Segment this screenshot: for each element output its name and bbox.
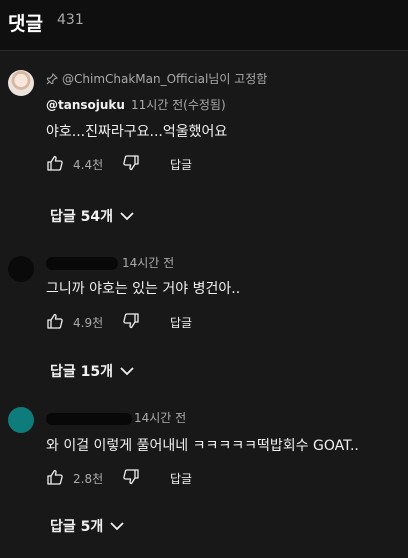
comment-actions: 2.8천 답글	[46, 468, 246, 488]
comment-author[interactable]: @tansojuku	[46, 98, 125, 112]
dislike-icon[interactable]	[122, 154, 140, 172]
pinned-indicator: @ChimChakMan_Official님이 고정함	[46, 70, 267, 87]
comment-actions: 4.4천 답글	[46, 154, 246, 174]
chevron-down-icon	[120, 367, 134, 376]
replies-count: 답글 5개	[50, 519, 104, 535]
comment-time[interactable]: 11시간 전(수정됨)	[131, 98, 226, 112]
like-count: 2.8천	[73, 472, 104, 486]
comments-header: 댓글 431	[0, 0, 408, 51]
like-icon[interactable]	[46, 312, 64, 330]
comment-text: 그니까 야호는 있는 거야 병건아..	[46, 281, 241, 297]
redacted-author	[46, 412, 132, 425]
comment-time[interactable]: 14시간 전	[134, 411, 186, 425]
replies-count: 답글 54개	[50, 209, 113, 225]
comments-count: 431	[57, 12, 84, 28]
like-icon[interactable]	[46, 154, 64, 172]
avatar[interactable]	[8, 256, 34, 282]
comment-time[interactable]: 14시간 전	[122, 256, 174, 270]
view-replies-button[interactable]: 답글 15개	[50, 361, 135, 381]
view-replies-button[interactable]: 답글 5개	[50, 516, 125, 536]
avatar[interactable]	[8, 70, 34, 96]
redacted-author	[46, 257, 118, 270]
like-count: 4.4천	[73, 158, 104, 172]
pin-icon	[46, 73, 58, 85]
comments-title: 댓글	[8, 13, 43, 35]
comment-actions: 4.9천 답글	[46, 312, 246, 332]
pinned-text: @ChimChakMan_Official님이 고정함	[62, 72, 268, 86]
view-replies-button[interactable]: 답글 54개	[50, 206, 135, 226]
comment-text: 야호...진짜라구요...억울했어요	[46, 124, 228, 140]
reply-button[interactable]: 답글	[170, 156, 192, 173]
like-count: 4.9천	[73, 316, 104, 330]
chevron-down-icon	[120, 212, 134, 221]
like-icon[interactable]	[46, 468, 64, 486]
chevron-down-icon	[110, 522, 124, 531]
replies-count: 답글 15개	[50, 364, 113, 380]
dislike-icon[interactable]	[122, 312, 140, 330]
dislike-icon[interactable]	[122, 468, 140, 486]
comment-text: 와 이걸 이렇게 풀어내네 ㅋㅋㅋㅋㅋ떡밥회수 GOAT..	[46, 438, 359, 454]
avatar[interactable]	[8, 407, 34, 433]
reply-button[interactable]: 답글	[170, 314, 192, 331]
reply-button[interactable]: 답글	[170, 470, 192, 487]
